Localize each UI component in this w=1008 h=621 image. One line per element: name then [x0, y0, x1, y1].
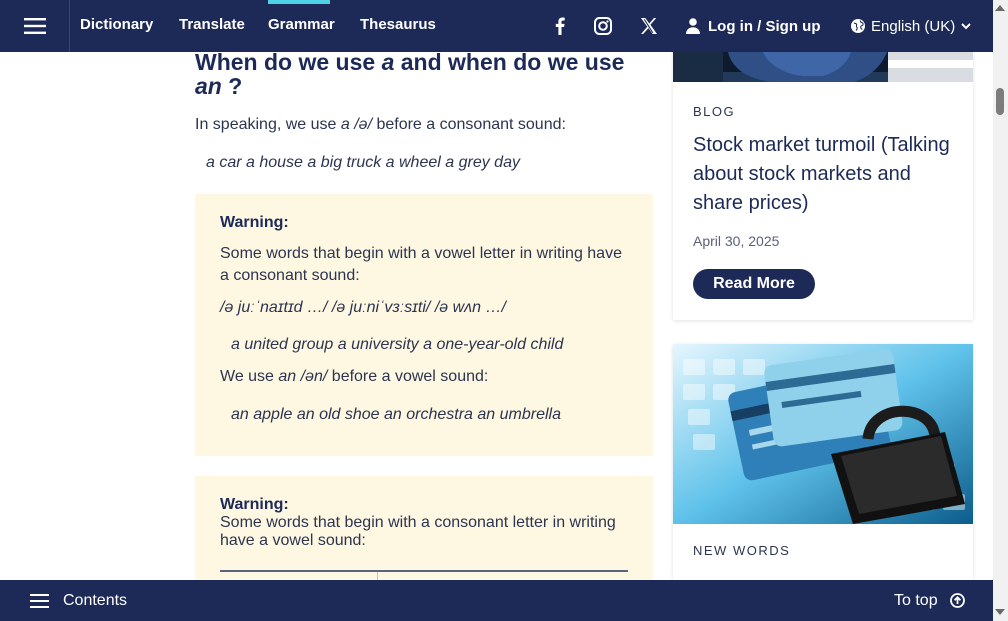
nav-thesaurus[interactable]: Thesaurus [360, 0, 436, 52]
warning-text: Some words that begin with a vowel lette… [220, 245, 622, 284]
warning-title: Warning: [220, 214, 289, 231]
nav-grammar[interactable]: Grammar [268, 0, 335, 52]
example-vowel-letters: a united group a university a one-year-o… [231, 336, 564, 353]
menu-button[interactable] [0, 0, 70, 52]
warning-text-2: Some words that begin with a consonant l… [220, 514, 616, 549]
nav-translate[interactable]: Translate [179, 0, 245, 52]
scroll-up-arrow-icon[interactable] [995, 5, 1005, 11]
chevron-down-icon [961, 22, 971, 29]
nav-dictionary[interactable]: Dictionary [80, 0, 153, 52]
x-twitter-icon[interactable] [636, 14, 660, 38]
user-icon [686, 18, 700, 34]
example-an: an apple an old shoe an orchestra an umb… [231, 406, 561, 423]
top-navigation-bar: Dictionary Translate Grammar Thesaurus L… [0, 0, 993, 52]
login-label: Log in / Sign up [708, 17, 821, 35]
intro-paragraph: In speaking, we use a /ə/ before a conso… [195, 116, 566, 133]
login-signup-link[interactable]: Log in / Sign up [686, 0, 820, 52]
language-label: English (UK) [871, 17, 956, 35]
bottom-bar: Contents To top [0, 580, 993, 621]
scrollbar-thumb[interactable] [996, 88, 1004, 115]
blog-card-date: April 30, 2025 [693, 233, 780, 249]
arrow-up-circle-icon [949, 593, 965, 608]
language-selector[interactable]: English (UK) [851, 0, 971, 52]
blog-card-category: BLOG [693, 104, 736, 119]
an-usage-paragraph: We use an /ən/ before a vowel sound: [220, 368, 489, 385]
hamburger-icon [23, 18, 46, 34]
to-top-button[interactable]: To top [894, 580, 965, 621]
globe-icon [851, 19, 865, 33]
facebook-icon[interactable] [548, 14, 572, 38]
scroll-down-arrow-icon[interactable] [995, 609, 1005, 615]
blog-card-title[interactable]: Stock market turmoil (Talking about stoc… [693, 131, 961, 218]
to-top-label: To top [894, 591, 938, 609]
instagram-icon[interactable] [591, 14, 615, 38]
table-top-border [220, 570, 628, 572]
contents-button[interactable]: Contents [30, 580, 127, 621]
phonetic-examples: /ə juːˈnaɪtɪd …/ /ə juːniˈvɜːsɪti/ /ə wʌ… [220, 299, 506, 316]
active-tab-indicator [268, 0, 330, 4]
blog-card-image[interactable] [673, 52, 973, 85]
list-icon [30, 593, 49, 608]
read-more-button[interactable]: Read More [693, 269, 815, 299]
contents-label: Contents [63, 591, 128, 609]
example-consonant: a car a house a big truck a wheel a grey… [206, 154, 520, 171]
new-words-card-category: NEW WORDS [693, 543, 791, 558]
new-words-card-image[interactable] [673, 344, 973, 524]
section-heading: When do we use a and when do we use an ? [195, 49, 625, 99]
warning-title-2: Warning: [220, 496, 289, 513]
